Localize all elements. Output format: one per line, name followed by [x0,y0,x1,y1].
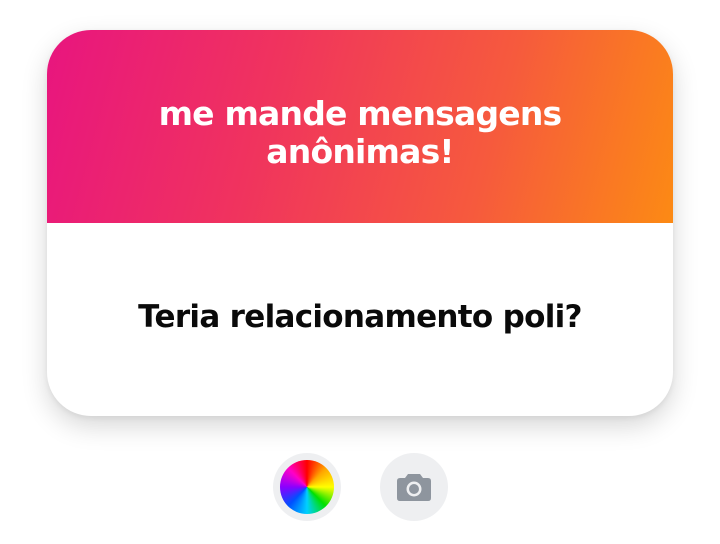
card-title: me mande mensagens anônimas! [158,93,563,171]
color-picker-button[interactable] [273,453,341,521]
camera-button[interactable] [380,453,448,521]
color-wheel-icon [280,460,334,514]
camera-icon [397,474,431,501]
card-body: Teria relacionamento poli? [47,223,673,416]
question-text[interactable]: Teria relacionamento poli? [138,299,582,335]
card-header: me mande mensagens anônimas! [47,30,673,223]
question-card: me mande mensagens anônimas! Teria relac… [47,30,673,416]
story-sticker-editor: me mande mensagens anônimas! Teria relac… [0,0,720,544]
